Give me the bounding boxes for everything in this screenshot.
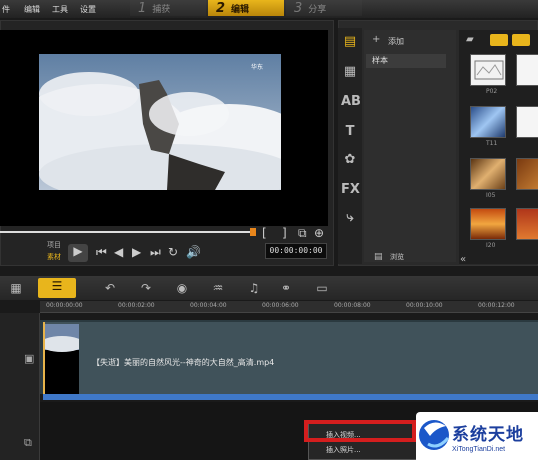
thumb-4[interactable] <box>516 106 538 138</box>
clip-name: 【失逝】美丽的自然风光--神奇的大自然_高清.mp4 <box>92 358 275 367</box>
scrub-bar[interactable] <box>0 231 254 233</box>
thumb-t11[interactable] <box>470 106 506 138</box>
clip-mode-label[interactable]: 素材 <box>47 252 61 262</box>
browse-label[interactable]: 浏览 <box>390 252 404 262</box>
step-capture-label: 捕获 <box>152 4 171 15</box>
thumb-p02[interactable] <box>470 54 506 86</box>
skip-end-icon[interactable]: ⏭ <box>150 245 161 259</box>
skip-start-icon[interactable]: ⏮ <box>96 245 107 259</box>
video-frame: 华东 <box>39 54 281 190</box>
graphic-icon[interactable]: ✿ <box>341 152 359 168</box>
thumb-i20-label: I20 <box>486 242 496 249</box>
thumb-i05-label: I05 <box>486 192 496 199</box>
add-icon[interactable]: + <box>372 34 380 45</box>
redo-icon[interactable]: ↷ <box>136 280 156 296</box>
title-icon[interactable]: T <box>341 124 359 140</box>
ruler-tick: 00:00:12:00 <box>478 302 515 309</box>
mark-in-icon[interactable]: [ <box>262 226 267 240</box>
ruler-tick: 00:00:06:00 <box>262 302 299 309</box>
timeline-toolbar <box>0 276 538 300</box>
transition-icon[interactable]: AB <box>341 94 361 110</box>
show-photos-icon[interactable] <box>512 34 530 46</box>
path-icon[interactable]: ⤷ <box>341 210 359 226</box>
mark-out-icon[interactable]: ] <box>282 226 287 240</box>
play-icon[interactable]: ▶ <box>68 244 88 262</box>
show-videos-icon[interactable] <box>490 34 508 46</box>
overlay-track-icon[interactable]: ⧉ <box>24 436 32 450</box>
menu-bar: 件 编辑 工具 设置 1 捕获 2 编辑 3 分享 <box>0 0 538 18</box>
highlight-box <box>304 420 416 442</box>
menu-file[interactable]: 件 <box>2 4 10 15</box>
video-watermark: 华东 <box>251 64 264 71</box>
scrub-handle[interactable] <box>250 228 256 236</box>
add-label[interactable]: 添加 <box>388 36 404 47</box>
video-track-icon[interactable]: ▣ <box>24 352 34 365</box>
step-share-num: 3 <box>294 0 303 16</box>
menu-edit[interactable]: 编辑 <box>24 4 40 15</box>
auto-music-icon[interactable]: ♫ <box>244 280 264 296</box>
ruler-tick: 00:00:02:00 <box>118 302 155 309</box>
step-share-label: 分享 <box>308 4 327 15</box>
step-capture[interactable]: 1 捕获 <box>130 0 206 16</box>
menu-tools[interactable]: 工具 <box>52 4 68 15</box>
thumb-p02-label: P02 <box>486 88 498 95</box>
folder-icon[interactable]: ▰ <box>466 34 474 45</box>
insert-photo-item[interactable]: 插入照片... <box>326 445 361 455</box>
step-edit[interactable]: 2 编辑 <box>208 0 284 16</box>
thumb-6[interactable] <box>516 158 538 190</box>
clip-thumbnail <box>45 324 79 394</box>
ruler-tick: 00:00:04:00 <box>190 302 227 309</box>
library-item-sample[interactable]: 样本 <box>366 54 446 68</box>
undo-icon[interactable]: ↶ <box>100 280 120 296</box>
ruler-tick: 00:00:10:00 <box>406 302 443 309</box>
volume-icon[interactable]: 🔊 <box>186 245 201 259</box>
thumb-t11-label: T11 <box>486 140 498 147</box>
filter-icon[interactable]: FX <box>341 182 360 198</box>
thumb-8[interactable] <box>516 208 538 240</box>
step-edit-label: 编辑 <box>231 4 250 15</box>
instant-project-icon[interactable]: ▦ <box>341 64 359 80</box>
collapse-icon[interactable]: « <box>460 254 466 265</box>
thumb-i05[interactable] <box>470 158 506 190</box>
split-icon[interactable]: ⧉ <box>298 226 307 240</box>
watermark-logo-icon <box>419 420 450 450</box>
timeline-view-icon[interactable]: ☰ <box>38 278 76 298</box>
track-headers <box>0 313 40 460</box>
audio-mixer-icon[interactable]: ♒ <box>208 280 228 296</box>
zoom-icon[interactable]: ⊕ <box>314 226 324 240</box>
step-back-icon[interactable]: ◀ <box>114 245 123 259</box>
ruler-tick: 00:00:08:00 <box>334 302 371 309</box>
ruler-tick: 00:00:00:00 <box>46 302 83 309</box>
thumb-2[interactable] <box>516 54 538 86</box>
record-capture-icon[interactable]: ◉ <box>172 280 192 296</box>
menu-settings[interactable]: 设置 <box>80 4 96 15</box>
step-edit-num: 2 <box>216 0 226 16</box>
repeat-icon[interactable]: ↻ <box>168 245 178 259</box>
timecode-display[interactable]: 00:00:00:00 <box>265 243 327 259</box>
step-capture-num: 1 <box>138 0 147 16</box>
step-share[interactable]: 3 分享 <box>286 0 362 16</box>
media-icon[interactable]: ▤ <box>341 34 359 50</box>
browse-icon[interactable]: ▤ <box>374 252 383 262</box>
step-forward-icon[interactable]: ▶ <box>132 245 141 259</box>
subtitle-editor-icon[interactable]: ▭ <box>312 280 332 296</box>
watermark-title: 系统天地 <box>452 425 524 445</box>
clip-bar <box>43 394 538 400</box>
thumb-i20[interactable] <box>470 208 506 240</box>
project-mode-label[interactable]: 项目 <box>47 240 61 250</box>
storyboard-view-icon[interactable]: ▦ <box>6 280 26 296</box>
watermark-url: XiTongTianDi.net <box>452 446 506 453</box>
motion-track-icon[interactable]: ⚭ <box>276 280 296 296</box>
